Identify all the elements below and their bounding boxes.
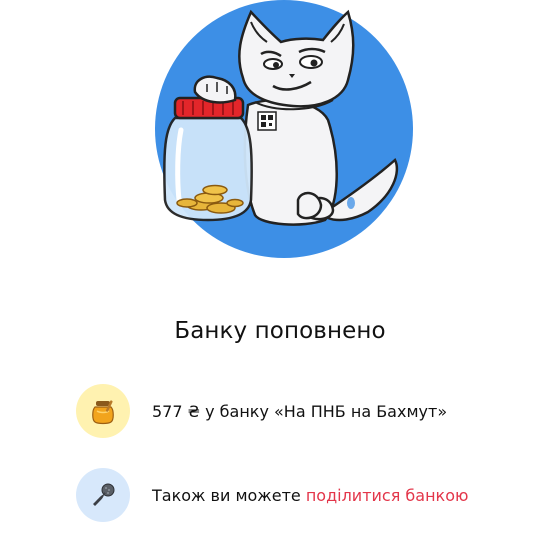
hero-illustration [143, 0, 425, 258]
page-title: Банку поповнено [174, 318, 386, 344]
share-jar-link[interactable]: поділитися банкою [306, 486, 469, 505]
honey-jar-icon [76, 384, 130, 438]
share-prefix: Також ви можете [152, 485, 306, 505]
share-text: Також ви можете поділитися банкою [152, 486, 468, 505]
money-jar [163, 96, 253, 222]
share-row: Також ви можете поділитися банкою [76, 468, 540, 522]
qr-tag [257, 111, 277, 131]
cat-eye-left [263, 58, 283, 70]
donation-summary-row: 577 ₴ у банку «На ПНБ на Бахмут» [76, 384, 540, 438]
donation-amount: 577 ₴ [152, 401, 201, 421]
jar-name: «На ПНБ на Бахмут» [274, 401, 448, 421]
microphone-icon [76, 468, 130, 522]
donation-text-middle: у банку [200, 401, 275, 421]
donation-summary-text: 577 ₴ у банку «На ПНБ на Бахмут» [152, 402, 447, 421]
